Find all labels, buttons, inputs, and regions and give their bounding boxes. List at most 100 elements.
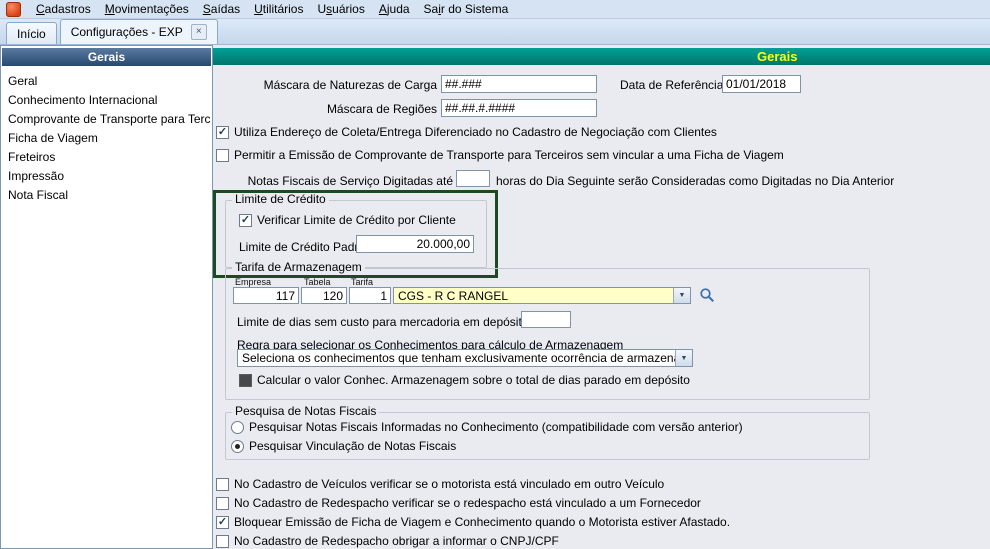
menu-item-ajuda[interactable]: Ajuda (372, 0, 417, 19)
checkbox-veiculos-motorista-vinculado[interactable]: No Cadastro de Veículos verificar se o m… (216, 477, 664, 491)
menu-label-part: aídas (210, 2, 241, 16)
menu-label-part: C (36, 2, 45, 16)
dias-sem-custo-label: Limite de dias sem custo para mercadoria… (237, 315, 529, 329)
tab-bar: Início Configurações - EXP × (0, 19, 990, 45)
checkbox-label: Permitir a Emissão de Comprovante de Tra… (234, 148, 784, 162)
checkbox-bloquear-emissao-afastado[interactable]: ✓ Bloquear Emissão de Ficha de Viagem e … (216, 515, 730, 529)
checkbox-comprovante-terceiros[interactable]: Permitir a Emissão de Comprovante de Tra… (216, 148, 784, 162)
checkbox-endereco-diferenciado[interactable]: ✓ Utiliza Endereço de Coleta/Entrega Dif… (216, 125, 717, 139)
regra-conhecimentos-combo[interactable]: Seleciona os conhecimentos que tenham ex… (237, 349, 693, 367)
radio-pesquisar-notas-informadas[interactable]: Pesquisar Notas Fiscais Informadas no Co… (231, 420, 743, 434)
chevron-down-icon[interactable]: ▼ (675, 350, 692, 366)
sidebar-item-ficha-de-viagem[interactable]: Ficha de Viagem (2, 129, 211, 148)
radio-circle[interactable] (231, 420, 244, 434)
checkbox-box[interactable]: ✓ (239, 213, 252, 227)
pesquisa-notas-title: Pesquisa de Notas Fiscais (232, 404, 380, 418)
checkbox-box[interactable]: ✓ (216, 125, 229, 139)
sidebar-item-comprovante-transporte-terceiros[interactable]: Comprovante de Transporte para Terceiros (2, 110, 211, 129)
chevron-down-icon[interactable]: ▼ (673, 288, 690, 303)
tarifa-descricao-combo[interactable]: CGS - R C RANGEL ▼ (393, 287, 691, 304)
menu-item-sair-do-sistema[interactable]: Sa i r do Sistema (417, 0, 516, 19)
radio-label: Pesquisar Notas Fiscais Informadas no Co… (249, 420, 743, 434)
checkbox-box[interactable] (216, 148, 229, 162)
sidebar-item-conhecimento-internacional[interactable]: Conhecimento Internacional (2, 91, 211, 110)
checkbox-box[interactable] (239, 373, 252, 387)
tarifa-col-tarifa: Tarifa (351, 277, 374, 287)
notas-digitadas-suffix: horas do Dia Seguinte serão Consideradas… (496, 174, 895, 188)
radio-pesquisar-vinculacao[interactable]: Pesquisar Vinculação de Notas Fiscais (231, 439, 456, 453)
menu-label-part: juda (386, 2, 410, 16)
tarifa-descricao-value: CGS - R C RANGEL (398, 288, 509, 303)
checkbox-label: Calcular o valor Conhec. Armazenagem sob… (257, 373, 690, 387)
data-referencia-input[interactable] (722, 75, 801, 93)
menu-label-part: adastros (44, 2, 91, 16)
dias-sem-custo-input[interactable] (521, 311, 571, 328)
limite-credito-group: Limite de Crédito (225, 192, 487, 268)
checkbox-label: No Cadastro de Redespacho obrigar a info… (234, 534, 559, 548)
menu-item-cadastros[interactable]: Cadastros (29, 0, 98, 19)
tab-configuracoes-exp[interactable]: Configurações - EXP × (59, 19, 218, 44)
main-header: Gerais (213, 48, 990, 65)
limite-credito-title: Limite de Crédito (232, 192, 329, 206)
checkbox-label: No Cadastro de Redespacho verificar se o… (234, 496, 701, 510)
page-title: Gerais (757, 49, 798, 64)
menu-item-saidas[interactable]: Saídas (196, 0, 247, 19)
limite-credito-padrao-label: Limite de Crédito Padrão (239, 240, 372, 254)
regra-conhecimentos-value: Seleciona os conhecimentos que tenham ex… (242, 351, 675, 365)
checkbox-box[interactable] (216, 477, 229, 491)
checkbox-label: Verificar Limite de Crédito por Cliente (257, 213, 456, 227)
sidebar-item-freteiros[interactable]: Freteiros (2, 148, 211, 167)
mascara-naturezas-label: Máscara de Naturezas de Carga (263, 78, 437, 92)
radio-label: Pesquisar Vinculação de Notas Fiscais (249, 439, 457, 453)
tab-inicio[interactable]: Início (6, 22, 57, 44)
data-referencia-label: Data de Referência (620, 78, 724, 92)
menu-label-part: S (202, 2, 211, 16)
tab-label: Início (17, 26, 46, 41)
sidebar-item-impressao[interactable]: Impressão (2, 167, 211, 186)
tab-label: Configurações - EXP (70, 25, 183, 39)
menu-label-part: U (254, 2, 263, 16)
checkbox-label: Bloquear Emissão de Ficha de Viagem e Co… (234, 515, 731, 529)
menu-label-part: ovimentações (114, 2, 189, 16)
checkbox-box[interactable] (216, 534, 229, 548)
mascara-regioes-input[interactable] (441, 99, 597, 117)
checkbox-verificar-limite-credito[interactable]: ✓ Verificar Limite de Crédito por Client… (239, 213, 456, 227)
menu-label-part: r do Sistema (440, 2, 509, 16)
radio-circle[interactable] (231, 439, 244, 453)
sidebar-item-geral[interactable]: Geral (2, 72, 211, 91)
menu-label-part: M (104, 2, 115, 16)
checkbox-redespacho-fornecedor[interactable]: No Cadastro de Redespacho verificar se o… (216, 496, 701, 510)
menubar: Cadastros Movimentações Saídas Utilitári… (0, 0, 990, 19)
tarifa-empresa-input[interactable] (233, 287, 299, 304)
menu-item-movimentacoes[interactable]: Movimentações (98, 0, 196, 19)
search-icon[interactable] (698, 286, 715, 303)
menu-item-usuarios[interactable]: Us uários (310, 0, 371, 19)
sidebar-item-nota-fiscal[interactable]: Nota Fiscal (2, 186, 211, 205)
menu-label-part: uários (332, 2, 365, 16)
mascara-regioes-label: Máscara de Regiões (326, 102, 437, 116)
tarifa-col-empresa: Empresa (235, 277, 272, 287)
app-icon (6, 1, 21, 17)
limite-credito-padrao-input[interactable] (356, 235, 474, 253)
notas-digitadas-input[interactable] (456, 170, 490, 187)
mascara-naturezas-input[interactable] (441, 75, 597, 93)
sidebar: Gerais Geral Conhecimento Internacional … (0, 45, 213, 549)
tarifa-armazenagem-title: Tarifa de Armazenagem (232, 260, 365, 274)
notas-digitadas-label: Notas Fiscais de Serviço Digitadas até (247, 174, 453, 188)
checkbox-label: Utiliza Endereço de Coleta/Entrega Difer… (234, 125, 717, 139)
checkbox-box[interactable]: ✓ (216, 515, 229, 529)
checkbox-label: No Cadastro de Veículos verificar se o m… (234, 477, 665, 491)
sidebar-header: Gerais (2, 48, 211, 66)
checkbox-calcular-valor-armazenagem[interactable]: Calcular o valor Conhec. Armazenagem sob… (239, 373, 690, 387)
checkbox-redespacho-cnpj-cpf[interactable]: No Cadastro de Redespacho obrigar a info… (216, 534, 559, 548)
app-window: Cadastros Movimentações Saídas Utilitári… (0, 0, 990, 549)
tarifa-tabela-input[interactable] (301, 287, 347, 304)
checkbox-box[interactable] (216, 496, 229, 510)
menu-item-utilitarios[interactable]: Utilitários (247, 0, 310, 19)
tarifa-tarifa-input[interactable] (349, 287, 391, 304)
menu-label-part: U (317, 2, 327, 16)
sidebar-items: Geral Conhecimento Internacional Comprov… (2, 72, 211, 205)
tarifa-col-tabela: Tabela (304, 277, 331, 287)
menu-label-part: A (378, 2, 387, 16)
close-icon[interactable]: × (190, 24, 207, 40)
